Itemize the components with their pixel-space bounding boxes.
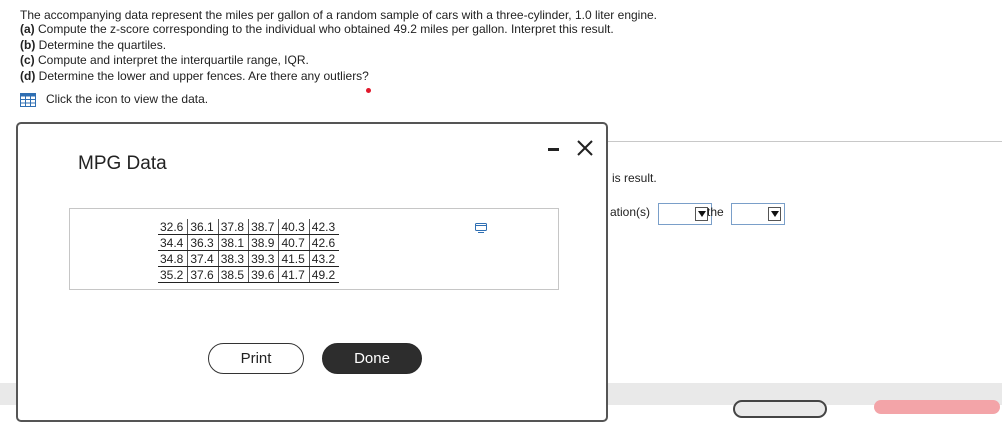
done-button[interactable]: Done [322, 343, 422, 374]
view-data-link[interactable]: Click the icon to view the data. [46, 92, 208, 106]
table-cell: 39.3 [248, 250, 280, 267]
table-cell: 41.5 [278, 250, 310, 267]
table-cell: 37.4 [187, 250, 219, 267]
table-cell: 34.4 [158, 234, 189, 251]
table-cell: 38.3 [218, 250, 250, 267]
table-cell: 40.7 [278, 234, 310, 251]
result-fragment: is result. [612, 171, 657, 185]
table-cell: 38.7 [248, 219, 280, 235]
table-cell: 42.3 [309, 219, 340, 235]
chevron-down-icon [768, 207, 781, 221]
table-row: 34.8 37.4 38.3 39.3 41.5 43.2 [158, 250, 340, 267]
bottom-button-outline[interactable] [733, 400, 827, 418]
mpg-data-dialog: MPG Data 32.6 36.1 37.8 38.7 40.3 42.3 3… [16, 122, 608, 422]
table-row: 35.2 37.6 38.5 39.6 41.7 49.2 [158, 266, 340, 283]
grid-icon[interactable] [20, 93, 36, 107]
table-row: 32.6 36.1 37.8 38.7 40.3 42.3 [158, 219, 340, 235]
question-intro: The accompanying data represent the mile… [20, 8, 658, 22]
part-label: (a) [20, 22, 35, 36]
question-part-c: (c) Compute and interpret the interquart… [20, 53, 309, 67]
part-label: (d) [20, 69, 36, 83]
close-icon[interactable] [575, 138, 595, 158]
table-cell: 38.9 [248, 234, 280, 251]
table-cell: 49.2 [309, 266, 340, 283]
dialog-title: MPG Data [78, 153, 167, 174]
question-part-d: (d) Determine the lower and upper fences… [20, 69, 369, 83]
table-cell: 36.3 [187, 234, 219, 251]
answer-fragment: ation(s) [610, 205, 651, 219]
question-part-b: (b) Determine the quartiles. [20, 38, 166, 52]
table-cell: 37.8 [218, 219, 250, 235]
table-cell: 37.6 [187, 266, 219, 283]
table-row: 34.4 36.3 38.1 38.9 40.7 42.6 [158, 234, 340, 251]
table-cell: 39.6 [248, 266, 280, 283]
cursor-dot [366, 88, 371, 93]
part-text: Determine the lower and upper fences. Ar… [38, 69, 369, 83]
divider [607, 141, 1002, 142]
the-label: the [707, 205, 724, 219]
copy-icon[interactable] [475, 223, 487, 233]
table-cell: 35.2 [158, 266, 189, 283]
question-part-a: (a) Compute the z-score corresponding to… [20, 22, 614, 36]
table-cell: 41.7 [278, 266, 310, 283]
minimize-icon[interactable] [548, 148, 559, 151]
mpg-table: 32.6 36.1 37.8 38.7 40.3 42.3 34.4 36.3 … [158, 219, 340, 283]
print-button[interactable]: Print [208, 343, 304, 374]
table-cell: 42.6 [309, 234, 340, 251]
part-text: Compute the z-score corresponding to the… [38, 22, 614, 36]
table-cell: 38.1 [218, 234, 250, 251]
part-label: (b) [20, 38, 36, 52]
answer-select-2[interactable] [731, 203, 785, 225]
table-cell: 43.2 [309, 250, 340, 267]
table-cell: 38.5 [218, 266, 250, 283]
answer-select-1[interactable] [658, 203, 712, 225]
part-text: Determine the quartiles. [38, 38, 167, 52]
table-cell: 36.1 [187, 219, 219, 235]
table-cell: 34.8 [158, 250, 189, 267]
table-cell: 32.6 [158, 219, 189, 235]
part-label: (c) [20, 53, 35, 67]
bottom-button-submit[interactable] [874, 400, 1000, 414]
part-text: Compute and interpret the interquartile … [38, 53, 309, 67]
table-cell: 40.3 [278, 219, 310, 235]
